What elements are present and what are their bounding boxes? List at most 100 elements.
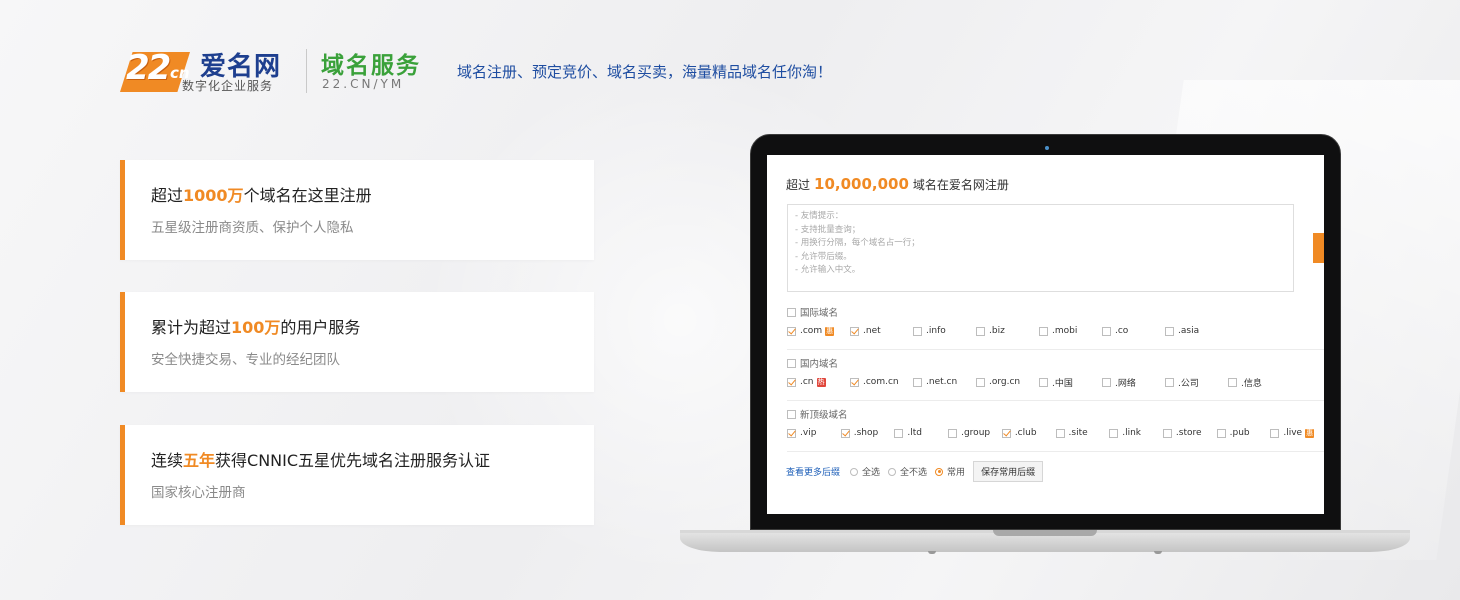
suffix-option[interactable]: .com.cn [850,377,903,387]
suffix-option[interactable]: .公司 [1165,376,1218,389]
checkbox-unchecked[interactable] [1102,377,1111,387]
checkbox-unchecked[interactable] [1109,428,1119,438]
laptop-foot [928,551,936,554]
group-header[interactable]: 新顶级域名 [787,407,1324,421]
group-header[interactable]: 国内域名 [787,356,1324,370]
laptop-foot [1154,551,1162,554]
suffix-label: .cn [800,377,814,387]
suffix-label: .site [1068,428,1088,438]
checkbox-unchecked[interactable] [976,326,985,336]
radio-select-all[interactable] [850,467,859,476]
checkbox-checked[interactable] [787,428,796,438]
search-button-tab[interactable] [1313,233,1324,263]
laptop-notch [993,530,1097,536]
suffix-label: .group [961,428,991,438]
suffix-option[interactable]: .vip [787,428,831,438]
suffix-option[interactable]: .group [948,428,992,438]
suffix-label: .pub [1229,428,1250,438]
site-logo[interactable]: 22 cn 爱名网 数字化企业服务 [120,46,288,96]
checkbox-unchecked[interactable] [1165,377,1174,387]
checkbox-unchecked[interactable] [1165,326,1174,336]
group-checkbox[interactable] [787,307,796,317]
checkbox-unchecked[interactable] [1039,377,1048,387]
suffix-option[interactable]: .中国 [1039,376,1092,389]
camera-icon [1045,146,1049,150]
feature-title-post: 个域名在这里注册 [243,186,372,205]
suffix-option[interactable]: .live 惠 [1270,428,1315,438]
suffix-option[interactable]: .site [1055,428,1100,438]
checkbox-unchecked[interactable] [1055,428,1065,438]
suffix-option[interactable]: .info [913,326,966,336]
suffix-list: .cn 热 .com.cn .net.cn .org.cn .中国 .网络 .公司 .信息 [787,375,1324,389]
checkbox-checked[interactable] [840,428,850,438]
checkbox-checked[interactable] [850,326,859,336]
suffix-option[interactable]: .store [1162,428,1207,438]
suffix-label: .net [863,326,881,336]
checkbox-checked[interactable] [1001,428,1011,438]
suffix-option[interactable]: .网络 [1102,376,1155,389]
suffix-option[interactable]: .net [850,326,903,336]
feature-highlight: 五年 [183,451,216,470]
feature-card-users: 累计为超过100万的用户服务 安全快捷交易、专业的经纪团队 [120,292,594,392]
suffix-group: 国际域名 .com 惠 .net .info .biz .mobi .co .asia [787,305,1324,338]
suffix-option[interactable]: .org.cn [976,377,1029,387]
checkbox-unchecked[interactable] [948,428,958,438]
suffix-label: .信息 [1241,378,1262,389]
suffix-option[interactable]: .link [1109,428,1153,438]
suffix-option[interactable]: .信息 [1228,376,1281,389]
suffix-option[interactable]: .shop [840,428,885,438]
checkbox-unchecked[interactable] [1270,428,1280,438]
suffix-footer: 查看更多后缀 全选 全不选 常用 保存常用后缀 [786,461,1044,482]
checkbox-unchecked[interactable] [976,377,985,387]
feature-description: 五星级注册商资质、保护个人隐私 [151,220,354,236]
group-checkbox[interactable] [787,409,796,419]
group-header[interactable]: 国际域名 [787,305,1324,319]
checkbox-unchecked[interactable] [1039,326,1048,336]
domain-search-textarea[interactable]: - 友情提示： - 支持批量查询； - 用换行分隔，每个域名占一行； - 允许带… [787,204,1294,292]
checkbox-unchecked[interactable] [913,326,922,336]
suffix-option[interactable]: .club [1001,428,1046,438]
radio-select-none[interactable] [888,467,897,476]
suffix-label: .shop [853,428,879,438]
suffix-option[interactable]: .mobi [1039,326,1092,336]
group-checkbox[interactable] [787,358,796,368]
checkbox-unchecked[interactable] [1216,428,1226,438]
checkbox-unchecked[interactable] [1162,428,1172,438]
checkbox-checked[interactable] [787,377,796,387]
suffix-option[interactable]: .co [1102,326,1155,336]
checkbox-checked[interactable] [787,326,796,336]
service-title-block: 域名服务 22.CN/YM [321,46,431,96]
save-common-suffixes-button[interactable]: 保存常用后缀 [973,461,1044,482]
radio-select-common[interactable] [935,467,944,476]
suffix-option[interactable]: .net.cn [913,377,966,387]
feature-title-pre: 超过 [151,186,184,205]
radio-label: 全选 [862,468,881,478]
suffix-option[interactable]: .biz [976,326,1029,336]
checkbox-unchecked[interactable] [1228,377,1237,387]
suffix-option[interactable]: .com 惠 [787,326,840,336]
feature-card-domains: 超过1000万个域名在这里注册 五星级注册商资质、保护个人隐私 [120,160,594,260]
placeholder-line: - 支持批量查询； [795,224,861,235]
feature-title-post: 获得CNNIC五星优先域名注册服务认证 [215,451,491,470]
suffix-badge: 惠 [825,326,835,336]
feature-highlight: 100万 [231,318,281,337]
checkbox-unchecked[interactable] [913,377,922,387]
suffix-option[interactable]: .asia [1165,326,1218,336]
suffix-label: .ltd [907,428,923,438]
suffix-option[interactable]: .cn 热 [787,377,840,387]
more-suffixes-link[interactable]: 查看更多后缀 [786,465,840,478]
header-divider [306,49,307,93]
checkbox-checked[interactable] [850,377,859,387]
suffix-option[interactable]: .pub [1216,428,1261,438]
group-title: 国内域名 [800,359,839,370]
suffix-label: .com.cn [863,377,899,387]
feature-description: 国家核心注册商 [151,485,246,501]
radio-label: 全不选 [900,468,928,478]
group-divider [787,349,1324,350]
placeholder-line: - 用换行分隔，每个域名占一行； [795,238,920,248]
checkbox-unchecked[interactable] [1102,326,1111,336]
suffix-label: .mobi [1052,326,1078,336]
suffix-group: 国内域名 .cn 热 .com.cn .net.cn .org.cn .中国 .网络 .公司 .信… [787,356,1324,389]
checkbox-unchecked[interactable] [894,428,904,438]
suffix-option[interactable]: .ltd [894,428,938,438]
